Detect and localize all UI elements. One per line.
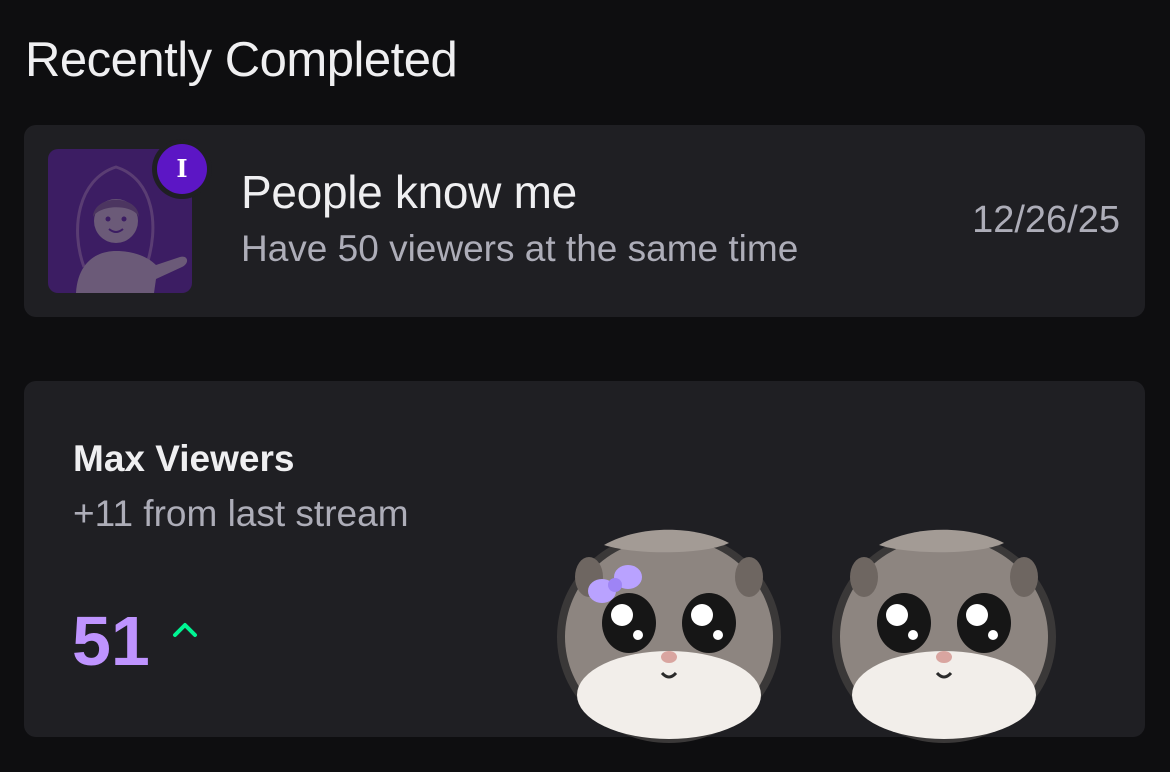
achievement-date: 12/26/25 [972, 199, 1120, 241]
achievement-title: People know me [241, 166, 577, 218]
stat-value: 51 [72, 602, 150, 680]
tier-badge: I [152, 139, 212, 199]
achievement-card[interactable]: I People know me Have 50 viewers at the … [24, 125, 1145, 317]
stat-change: +11 from last stream [73, 493, 409, 534]
achievement-description: Have 50 viewers at the same time [241, 228, 799, 269]
hamster-emote-with-bow [557, 529, 781, 743]
max-viewers-card[interactable]: Max Viewers +11 from last stream 51 [24, 381, 1145, 743]
trend-up-icon [173, 623, 197, 637]
tier-badge-label: I [157, 144, 207, 194]
section-title: Recently Completed [25, 33, 458, 87]
hamster-emote [832, 529, 1056, 743]
stat-label: Max Viewers [73, 438, 295, 479]
